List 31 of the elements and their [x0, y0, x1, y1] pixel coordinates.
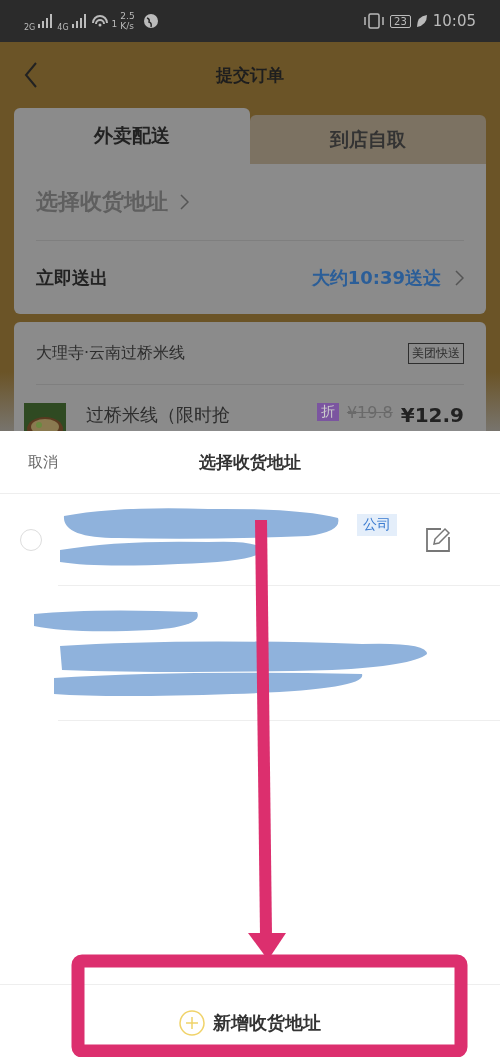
plus-icon — [179, 1010, 205, 1036]
price: ¥12.9 — [400, 403, 464, 427]
chevron-icon — [455, 269, 464, 286]
globe-icon — [143, 14, 158, 28]
delivery-time-label: 立即送出 — [36, 265, 109, 290]
tab[interactable]: 外卖配送 — [14, 108, 250, 164]
signal-icon — [38, 14, 55, 28]
edit-icon[interactable] — [425, 526, 451, 553]
leaf-icon — [415, 14, 428, 28]
signal-icon — [71, 14, 88, 28]
add-address-button[interactable]: 新增收货地址 — [0, 985, 500, 1057]
delivery-badge: 美团快送 — [408, 342, 464, 364]
cancel-button[interactable]: 取消 — [28, 452, 58, 472]
clock: 10:05 — [432, 12, 476, 30]
shop-name: 大理寺·云南过桥米线 — [36, 342, 186, 364]
wifi-count: 1 — [111, 18, 118, 29]
wifi-icon — [90, 14, 109, 28]
battery-icon: 23 — [390, 14, 411, 28]
network-type: 2G — [24, 22, 36, 32]
speed-unit: K/s — [120, 21, 135, 31]
network-type: 4G — [57, 22, 69, 32]
network-speed: 2.5 — [120, 11, 135, 21]
sheet-title: 选择收货地址 — [199, 450, 301, 474]
tab[interactable]: 到店自取 — [250, 115, 486, 164]
back-icon[interactable] — [24, 61, 38, 89]
chevron-icon — [180, 194, 189, 210]
vibrate-icon — [363, 13, 386, 29]
discount-tag: 折 — [316, 403, 339, 421]
item-name: 过桥米线（限时抢 — [86, 403, 231, 427]
address-tag: 公司 — [357, 514, 397, 536]
page-title: 提交订单 — [216, 63, 284, 87]
